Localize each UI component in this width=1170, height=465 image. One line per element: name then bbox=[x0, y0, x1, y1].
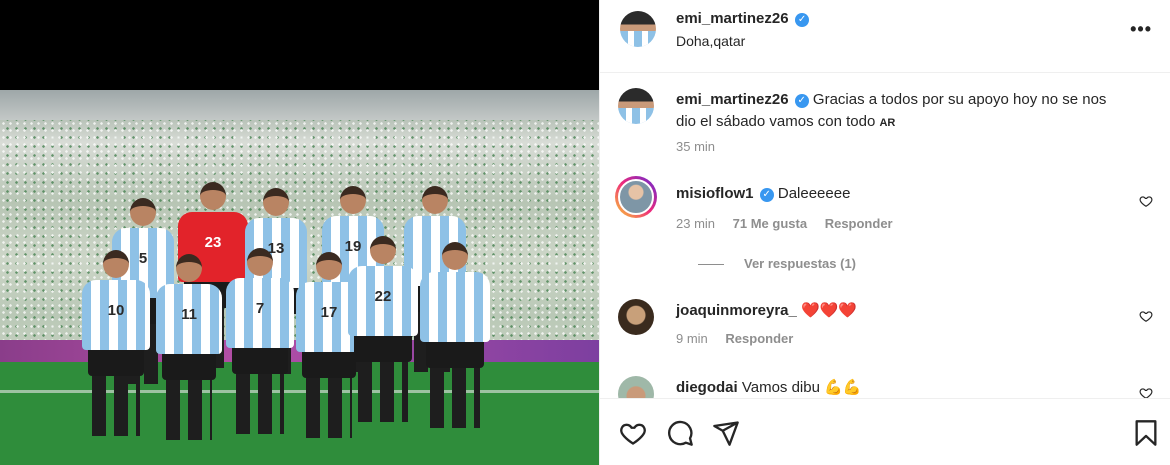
author-line: emi_martinez26 ✓ bbox=[676, 10, 810, 28]
comments-list[interactable]: emi_martinez26 ✓ Gracias a todos por su … bbox=[600, 73, 1170, 398]
comment-time[interactable]: 23 min bbox=[676, 216, 715, 231]
author-username[interactable]: emi_martinez26 bbox=[676, 10, 789, 27]
caption-time[interactable]: 35 min bbox=[676, 139, 715, 154]
comment-username[interactable]: diegodai bbox=[676, 379, 738, 396]
comment-text: Daleeeeee bbox=[777, 185, 851, 202]
post-header: emi_martinez26 ✓ Doha,qatar ••• bbox=[600, 0, 1170, 73]
share-icon[interactable] bbox=[712, 419, 740, 447]
player: 7 bbox=[226, 248, 294, 434]
comment-time[interactable]: 9 min bbox=[676, 331, 708, 346]
stadium-roof bbox=[0, 90, 599, 120]
player: 11 bbox=[156, 254, 222, 440]
view-replies-button[interactable]: Ver respuestas (1) bbox=[698, 256, 856, 271]
post-actions bbox=[600, 398, 1170, 465]
verified-icon: ✓ bbox=[759, 188, 774, 202]
commenter-avatar[interactable] bbox=[618, 376, 654, 398]
replies-divider bbox=[698, 264, 724, 266]
comment-emoji: 💪💪 bbox=[824, 378, 862, 396]
author-avatar[interactable] bbox=[620, 11, 656, 47]
more-options-icon[interactable]: ••• bbox=[1130, 19, 1152, 40]
comment-meta: 23 min 71 Me gusta Responder bbox=[676, 216, 907, 231]
comment-meta: 9 min Responder bbox=[676, 331, 807, 346]
comment: misioflow1 ✓ Daleeeeee 23 min 71 Me gust… bbox=[615, 176, 1153, 279]
heart-icon[interactable] bbox=[1139, 309, 1153, 323]
commenter-avatar[interactable] bbox=[618, 299, 654, 335]
comment-icon[interactable] bbox=[666, 419, 694, 447]
comment: diegodai Vamos dibu 💪💪 bbox=[618, 376, 1153, 398]
comment-text: ❤️❤️❤️ bbox=[801, 301, 858, 319]
comment-text: Vamos dibu bbox=[741, 379, 820, 396]
flag-ar: AR bbox=[879, 117, 896, 129]
comment-username[interactable]: joaquinmoreyra_ bbox=[676, 302, 797, 319]
comment-likes[interactable]: 71 Me gusta bbox=[733, 216, 807, 231]
team-photo: 5 23 13 19 10 11 7 17 22 bbox=[0, 90, 599, 465]
commenter-avatar[interactable] bbox=[615, 176, 657, 218]
reply-button[interactable]: Responder bbox=[725, 331, 793, 346]
author-avatar[interactable] bbox=[618, 88, 654, 124]
player: 10 bbox=[82, 250, 150, 436]
post-sidebar: emi_martinez26 ✓ Doha,qatar ••• emi_mart… bbox=[599, 0, 1170, 465]
caption-meta: 35 min bbox=[676, 139, 729, 154]
post-media[interactable]: 5 23 13 19 10 11 7 17 22 bbox=[0, 0, 599, 465]
verified-icon: ✓ bbox=[794, 94, 809, 108]
heart-icon[interactable] bbox=[1139, 194, 1153, 208]
like-heart-icon[interactable] bbox=[619, 419, 647, 447]
caption: emi_martinez26 ✓ Gracias a todos por su … bbox=[618, 88, 1153, 158]
bookmark-icon[interactable] bbox=[1132, 419, 1160, 447]
location-link[interactable]: Doha,qatar bbox=[676, 33, 745, 49]
player: 22 bbox=[348, 236, 418, 422]
comment: joaquinmoreyra_ ❤️❤️❤️ 9 min Responder bbox=[618, 299, 1153, 359]
caption-username[interactable]: emi_martinez26 bbox=[676, 91, 789, 108]
comment-username[interactable]: misioflow1 bbox=[676, 185, 754, 202]
player bbox=[420, 242, 490, 428]
reply-button[interactable]: Responder bbox=[825, 216, 893, 231]
verified-icon: ✓ bbox=[795, 13, 810, 27]
heart-icon[interactable] bbox=[1139, 386, 1153, 398]
